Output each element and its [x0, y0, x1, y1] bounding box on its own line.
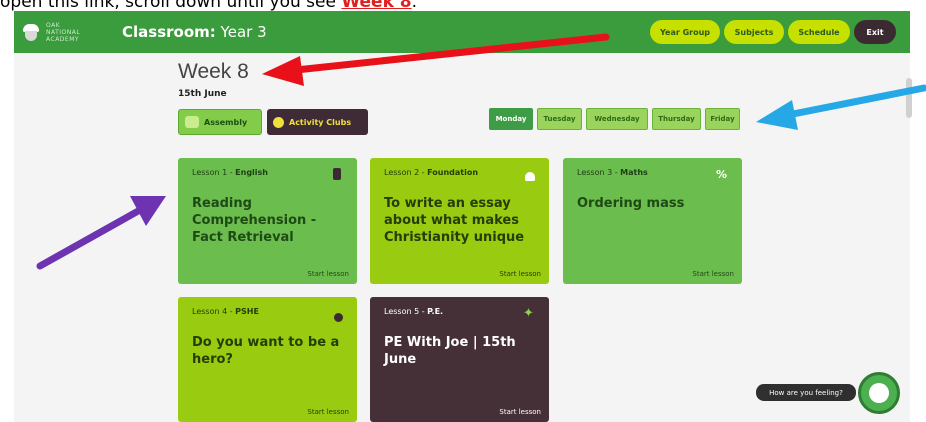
purple-arrow [36, 196, 166, 270]
